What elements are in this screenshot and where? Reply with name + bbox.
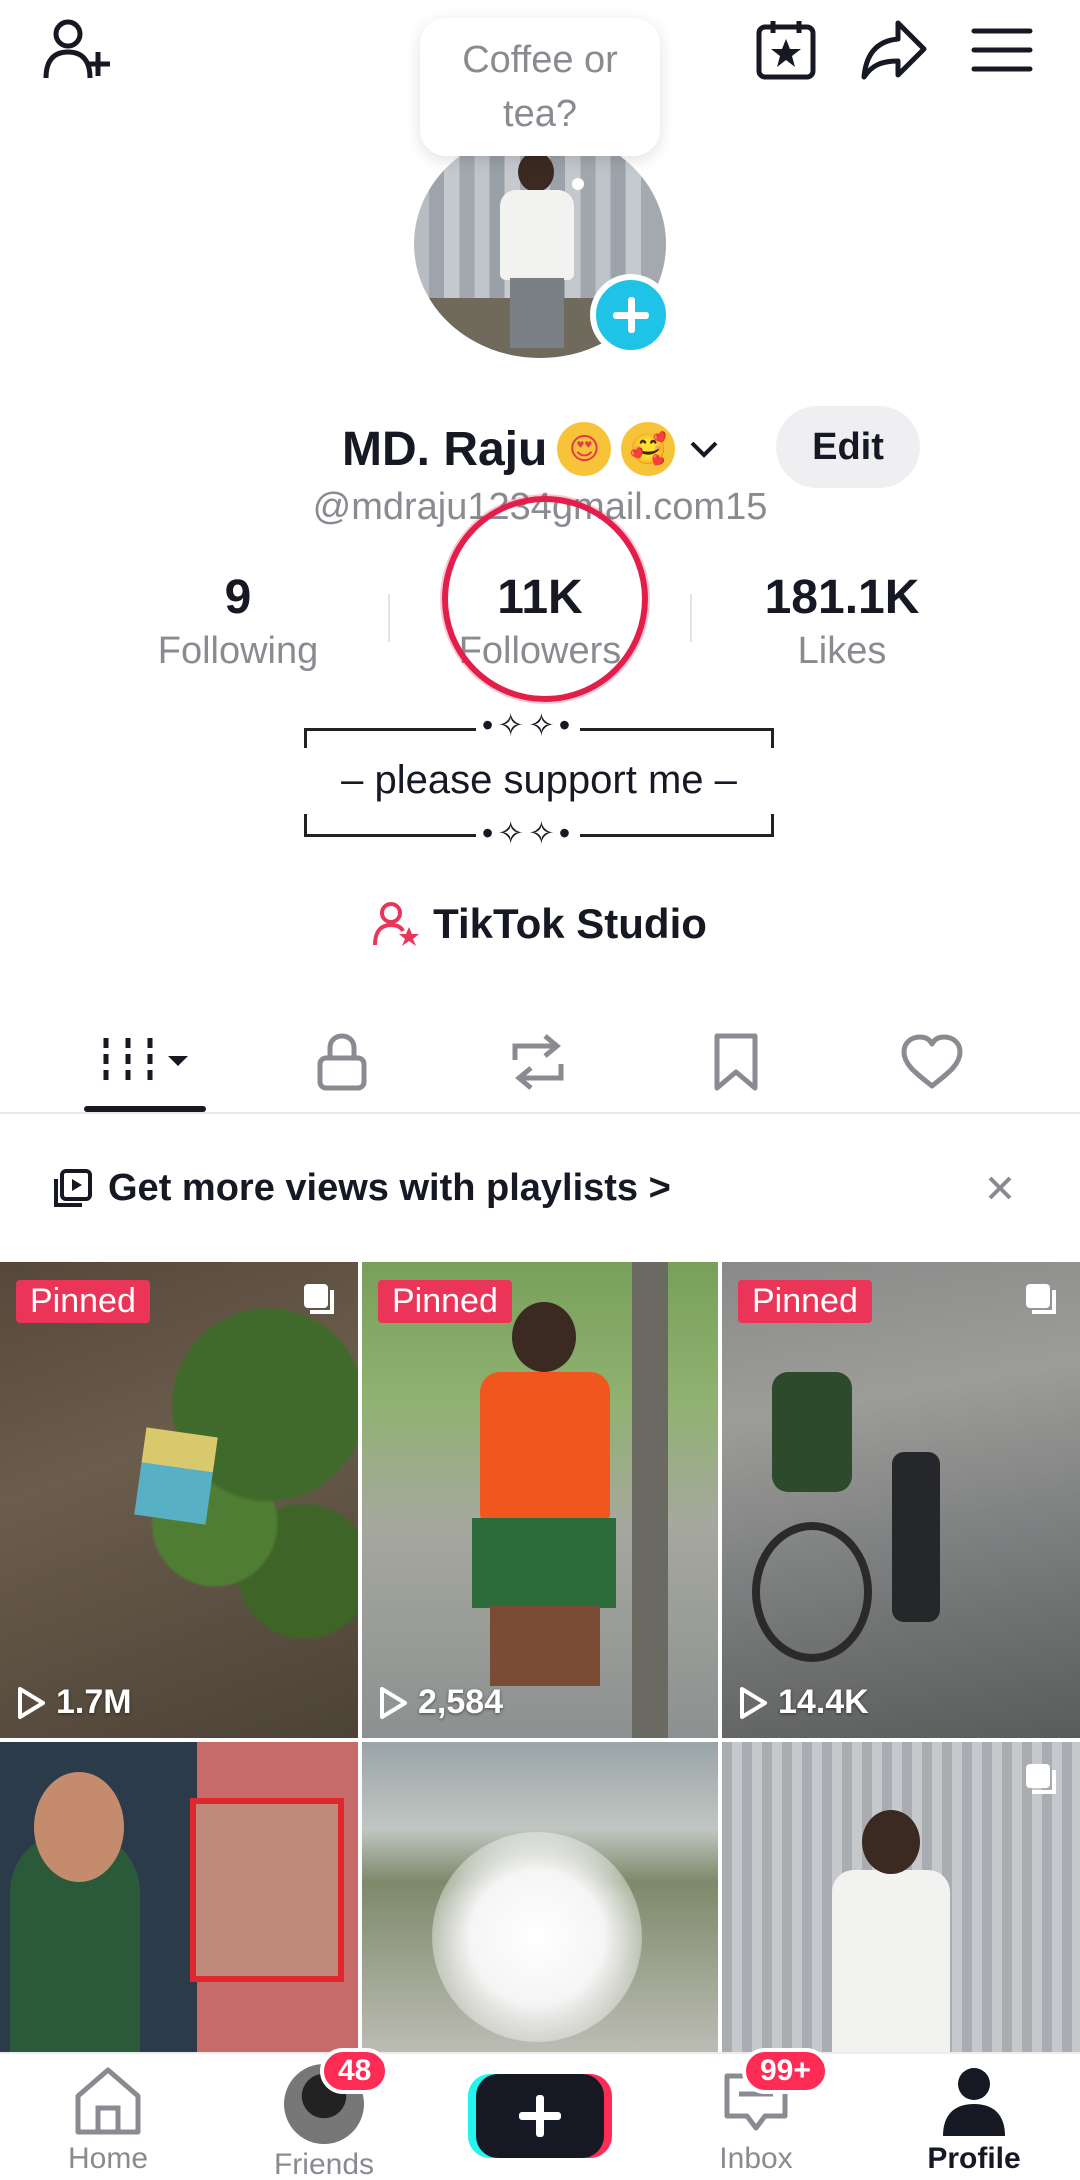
name-row[interactable]: MD. Raju 😍 🥰 [342,414,719,484]
bio-stars-top: •✧✧• [476,706,581,744]
bottom-nav: Home Friends 48 Inbox 99+ Profile [0,2048,1080,2180]
nav-profile[interactable]: Profile [884,2064,1064,2180]
add-friend-icon[interactable] [36,10,116,90]
multi-photo-icon [1026,1284,1056,1314]
bio-stars-bottom: •✧✧• [476,814,581,852]
tiktok-studio-link[interactable]: TikTok Studio [0,900,1080,948]
stat-value: 9 [224,571,252,624]
playlist-icon [54,1169,92,1207]
videos-grid-icon [103,1038,188,1086]
multi-photo-icon [304,1284,334,1314]
thumbnail-image [134,1427,218,1525]
video-grid: Pinned 1.7M Pinned 2,584 Pinned 14.4K [0,1262,1080,2052]
profile-tabs [0,1010,1080,1114]
note-bubble[interactable]: Coffee or tea? [420,18,660,156]
studio-label: TikTok Studio [433,900,707,947]
emoji-heart-eyes: 😍 [557,422,612,476]
view-count-value: 1.7M [56,1683,132,1721]
tab-reposts[interactable] [478,1020,598,1104]
calendar-star-icon[interactable] [746,10,826,90]
bio-text: – please support me – [341,758,737,802]
emoji-smiling-hearts: 🥰 [621,422,676,476]
highlight-circle [442,496,648,702]
banner-text: Get more views with playlists > [108,1166,671,1209]
divider [388,594,390,642]
bio: •✧✧• – please support me – •✧✧• [304,706,774,852]
active-tab-indicator [84,1106,206,1112]
video-thumbnail[interactable]: Pinned 2,584 [362,1262,718,1738]
video-thumbnail[interactable]: Pinned 1.7M [0,1262,358,1738]
nav-label: Profile [927,2142,1021,2175]
repost-icon [512,1034,564,1090]
add-story-button[interactable] [590,274,672,356]
nav-label: Home [67,2142,149,2175]
video-thumbnail[interactable] [362,1742,718,2052]
display-name: MD. Raju [342,422,548,476]
stat-following[interactable]: 9 Following [128,570,348,676]
heart-icon [901,1034,963,1089]
friends-badge: 48 [320,2048,390,2094]
video-thumbnail[interactable] [722,1742,1080,2052]
stat-likes[interactable]: 181.1K Likes [732,570,952,676]
stat-label: Likes [797,630,887,672]
create-button[interactable] [476,2074,604,2158]
home-icon [75,2067,141,2135]
play-icon [740,1686,767,1719]
view-count-value: 2,584 [418,1683,504,1721]
tab-liked[interactable] [872,1020,992,1104]
close-icon[interactable] [978,1166,1022,1210]
tab-videos[interactable] [86,1020,206,1104]
share-icon[interactable] [854,10,934,90]
bubble-tail [572,178,584,190]
pinned-badge: Pinned [378,1280,512,1323]
edit-button[interactable]: Edit [776,406,920,488]
chevron-down-icon[interactable] [689,434,719,464]
bookmark-icon [714,1033,758,1091]
play-icon [380,1686,407,1719]
nav-label: Inbox [719,2142,793,2175]
view-count-value: 14.4K [778,1683,869,1721]
divider [690,594,692,642]
pinned-badge: Pinned [16,1280,150,1323]
stat-label: Following [157,630,319,672]
play-icon [18,1686,45,1719]
view-count: 2,584 [378,1683,503,1722]
multi-photo-icon [1026,1764,1056,1794]
menu-icon[interactable] [962,10,1042,90]
inbox-badge: 99+ [742,2048,829,2094]
studio-icon [373,902,420,946]
tab-private[interactable] [282,1020,402,1104]
view-count: 14.4K [738,1683,869,1722]
tab-favorites[interactable] [676,1020,796,1104]
video-thumbnail[interactable] [0,1742,358,2052]
video-thumbnail[interactable]: Pinned 14.4K [722,1262,1080,1738]
playlist-banner[interactable]: Get more views with playlists > [0,1116,1080,1260]
pinned-badge: Pinned [738,1280,872,1323]
nav-label: Friends [273,2148,375,2180]
profile-icon [943,2068,1005,2136]
nav-home[interactable]: Home [18,2064,198,2180]
stat-value: 181.1K [764,571,920,624]
note-text: Coffee or tea? [462,39,618,135]
lock-icon [317,1033,367,1091]
view-count: 1.7M [16,1683,132,1722]
